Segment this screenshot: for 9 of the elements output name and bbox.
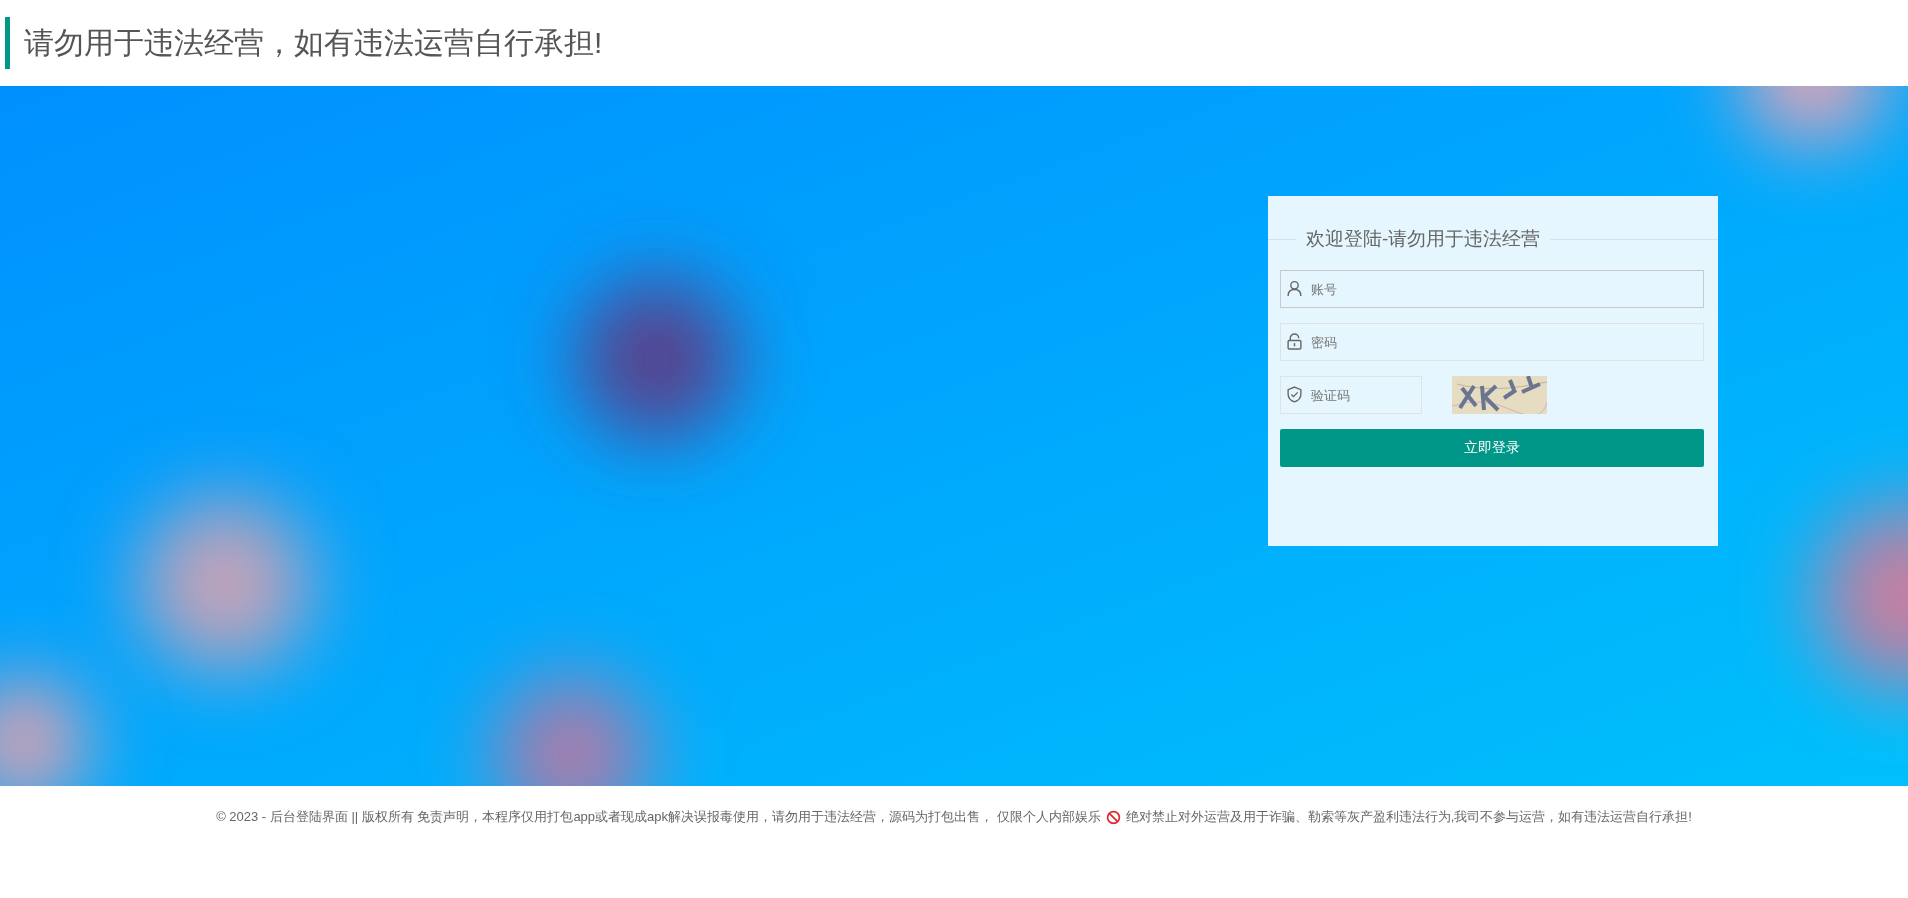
page-title: 请勿用于违法经营，如有违法运营自行承担! bbox=[24, 24, 603, 61]
footer-text: © 2023 - 后台登陆界面 || 版权所有 免责声明，本程序仅用打包app或者现成apk解决误报毒使用，请勿用于违法经营，源码为打包出售， 仅限个人内部娱乐 bbox=[216, 808, 1101, 826]
account-field[interactable]: 账号 bbox=[1280, 270, 1704, 308]
footer-text: 绝对禁止对外运营及用于诈骗、勒索等灰产盈利违法行为,我司不参与运营，如有违法运营自行承担! bbox=[1125, 808, 1692, 826]
captcha-field[interactable]: 验证码 bbox=[1280, 376, 1422, 414]
prohibited-icon bbox=[1105, 809, 1121, 825]
login-button[interactable]: 立即登录 bbox=[1280, 429, 1704, 467]
login-title: 欢迎登陆-请勿用于违法经营 bbox=[1305, 227, 1542, 251]
password-field[interactable]: 密码 bbox=[1280, 323, 1704, 361]
